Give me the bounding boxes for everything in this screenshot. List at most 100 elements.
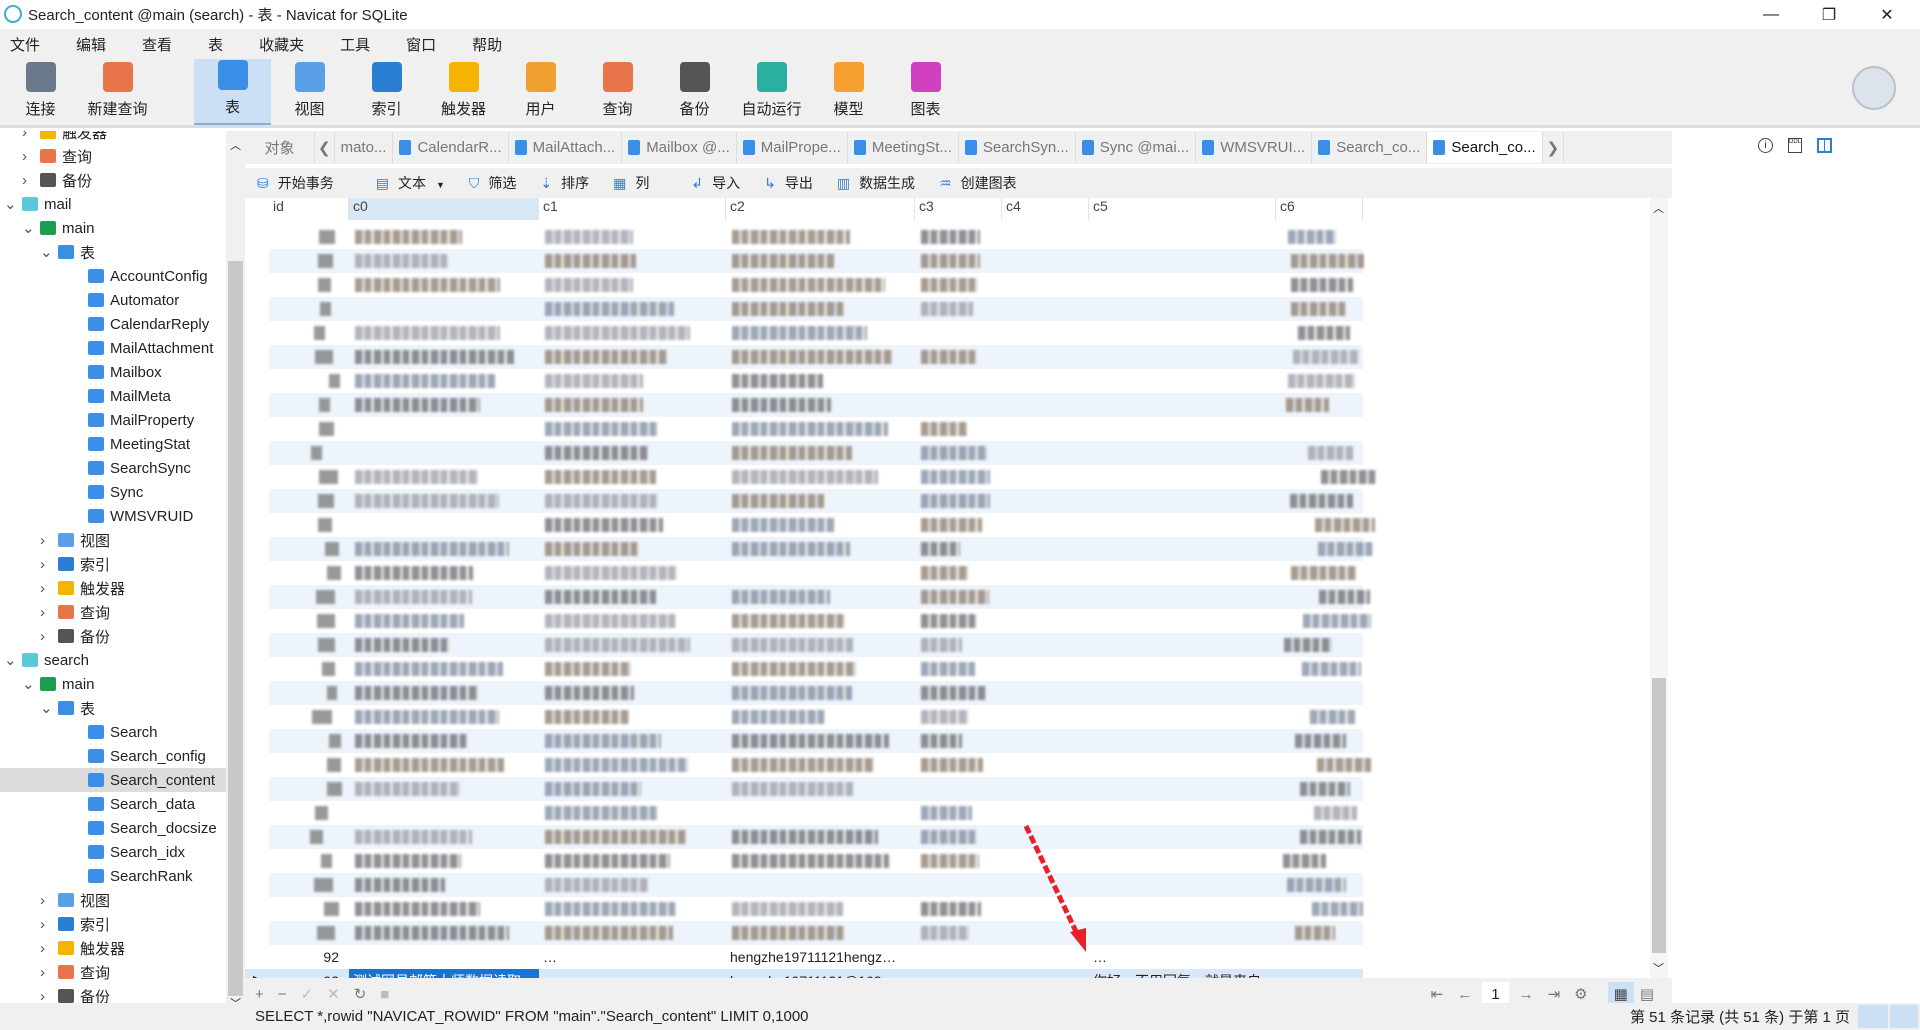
table-row[interactable] bbox=[269, 441, 1363, 465]
menu-item[interactable]: 收藏夹 bbox=[249, 34, 316, 55]
table-row[interactable] bbox=[269, 321, 1363, 345]
prev-page-button[interactable]: ← bbox=[1457, 986, 1472, 1003]
expand-arrow-icon[interactable]: › bbox=[22, 148, 27, 165]
table-row[interactable] bbox=[269, 393, 1363, 417]
cell-c5[interactable]: … bbox=[1089, 945, 1276, 969]
expand-arrow-icon[interactable]: › bbox=[40, 940, 45, 957]
toolbar-button-5[interactable]: 触发器 bbox=[425, 59, 502, 125]
column-header-c5[interactable]: c5 bbox=[1089, 198, 1276, 220]
data-grid[interactable]: id c0 c1 c2 c3 c4 c5 c6 92 … hengzhe19711121hengz…… bbox=[245, 198, 1655, 978]
collapse-arrow-icon[interactable]: ⌄ bbox=[40, 243, 53, 261]
apply-button[interactable]: ✓ bbox=[301, 985, 314, 1003]
tree-item-table[interactable]: MailAttachment bbox=[0, 336, 226, 360]
grid-scrollbar-thumb[interactable] bbox=[1652, 678, 1666, 953]
expand-arrow-icon[interactable]: › bbox=[40, 580, 45, 597]
expand-arrow-icon[interactable]: › bbox=[40, 916, 45, 933]
tree-item-table[interactable]: Mailbox bbox=[0, 360, 226, 384]
user-avatar[interactable] bbox=[1852, 66, 1896, 110]
menu-item[interactable]: 窗口 bbox=[396, 34, 448, 55]
cell-id[interactable]: 92 bbox=[269, 945, 349, 969]
table-row[interactable] bbox=[269, 561, 1363, 585]
column-header-c1[interactable]: c1 bbox=[539, 198, 726, 220]
tree-item-table[interactable]: Search_idx bbox=[0, 840, 226, 864]
cell-c1[interactable] bbox=[539, 969, 726, 978]
column-header-c4[interactable]: c4 bbox=[1002, 198, 1089, 220]
tree-item-table[interactable]: Search_config bbox=[0, 744, 226, 768]
export-button[interactable]: ↳ 导出 bbox=[758, 173, 819, 193]
collapse-arrow-icon[interactable]: ⌄ bbox=[4, 195, 17, 213]
table-row[interactable] bbox=[269, 633, 1363, 657]
tree-item-table[interactable]: CalendarReply bbox=[0, 312, 226, 336]
tab-table[interactable]: SearchSyn... bbox=[959, 132, 1076, 163]
expand-arrow-icon[interactable]: › bbox=[40, 556, 45, 573]
tree-item-table[interactable]: MailMeta bbox=[0, 384, 226, 408]
minimize-button[interactable]: — bbox=[1742, 0, 1800, 29]
menu-item[interactable]: 帮助 bbox=[462, 34, 514, 55]
tree-scrollbar-thumb[interactable] bbox=[228, 261, 243, 996]
cell-c6[interactable] bbox=[1276, 945, 1363, 969]
table-row[interactable] bbox=[269, 225, 1363, 249]
column-header-c6[interactable]: c6 bbox=[1276, 198, 1363, 220]
filter-button[interactable]: ⛉ 筛选 bbox=[463, 173, 523, 193]
tree-item-trigger[interactable]: › 触发器 bbox=[0, 131, 226, 144]
form-mode-button[interactable]: ▤ bbox=[1640, 985, 1654, 1003]
add-record-button[interactable]: + bbox=[255, 986, 264, 1003]
table-row[interactable]: ▶93测试网易邮箱大师数据读取hengzhe19711121@163你好，不用回… bbox=[245, 969, 1363, 978]
table-row[interactable] bbox=[269, 873, 1363, 897]
data-generation-button[interactable]: ▥ 数据生成 bbox=[831, 173, 921, 193]
cell-c3[interactable] bbox=[915, 945, 1002, 969]
columns-button[interactable]: ▦ 列 bbox=[607, 173, 655, 193]
discard-button[interactable]: ✕ bbox=[327, 985, 340, 1003]
tree-item-index[interactable]: › 索引 bbox=[0, 912, 226, 936]
tree-item-trigger[interactable]: › 触发器 bbox=[0, 936, 226, 960]
expand-arrow-icon[interactable]: › bbox=[40, 532, 45, 549]
toolbar-button-6[interactable]: 用户 bbox=[502, 59, 579, 125]
menu-item[interactable]: 文件 bbox=[0, 34, 52, 55]
tree-item-table[interactable]: MeetingStat bbox=[0, 432, 226, 456]
tab-table[interactable]: Search_co... bbox=[1312, 132, 1428, 163]
tree-item-table[interactable]: WMSVRUID bbox=[0, 504, 226, 528]
column-header-c2[interactable]: c2 bbox=[726, 198, 915, 220]
tab-table[interactable]: MailPrope... bbox=[737, 132, 848, 163]
collapse-arrow-icon[interactable]: ⌄ bbox=[4, 651, 17, 669]
tab-table[interactable]: MailAttach... bbox=[509, 132, 623, 163]
grid-scrollbar[interactable]: ︿ ﹀ bbox=[1650, 198, 1668, 978]
tab-table[interactable]: Search_co... bbox=[1427, 132, 1543, 163]
table-row[interactable] bbox=[269, 729, 1363, 753]
tree-item-query[interactable]: › 查询 bbox=[0, 600, 226, 624]
panel-toggle-left[interactable] bbox=[1858, 1005, 1888, 1028]
expand-arrow-icon[interactable]: › bbox=[22, 172, 27, 189]
table-row[interactable] bbox=[269, 585, 1370, 609]
tree-item-table[interactable]: Search bbox=[0, 720, 226, 744]
toolbar-button-10[interactable]: 模型 bbox=[810, 59, 887, 125]
table-row[interactable] bbox=[269, 609, 1371, 633]
tab-scroll-left[interactable]: ❮ bbox=[315, 132, 335, 163]
column-header-id[interactable]: id bbox=[269, 198, 349, 220]
tree-item-table[interactable]: Search_docsize bbox=[0, 816, 226, 840]
menu-item[interactable]: 编辑 bbox=[66, 34, 118, 55]
table-row[interactable] bbox=[269, 537, 1374, 561]
tree-item-table[interactable]: Search_content bbox=[0, 768, 226, 792]
tab-table[interactable]: MeetingSt... bbox=[848, 132, 959, 163]
begin-transaction-button[interactable]: ⛁ 开始事务 bbox=[251, 173, 340, 193]
expand-arrow-icon[interactable]: › bbox=[40, 988, 45, 1005]
tree-item-view[interactable]: › 视图 bbox=[0, 888, 226, 912]
next-page-button[interactable]: → bbox=[1519, 986, 1534, 1003]
expand-arrow-icon[interactable]: › bbox=[40, 628, 45, 645]
expand-arrow-icon[interactable]: › bbox=[40, 892, 45, 909]
table-row[interactable] bbox=[269, 921, 1363, 945]
table-row[interactable] bbox=[269, 897, 1364, 921]
table-row[interactable] bbox=[269, 681, 1363, 705]
tab-table[interactable]: mato... bbox=[335, 132, 394, 163]
tree-item-table[interactable]: SearchRank bbox=[0, 864, 226, 888]
table-row[interactable] bbox=[269, 801, 1363, 825]
delete-record-button[interactable]: − bbox=[278, 986, 287, 1003]
tree-item-table[interactable]: Sync bbox=[0, 480, 226, 504]
menu-item[interactable]: 工具 bbox=[330, 34, 382, 55]
table-row[interactable] bbox=[269, 513, 1376, 537]
table-row[interactable] bbox=[269, 705, 1363, 729]
table-row[interactable] bbox=[269, 249, 1364, 273]
table-row[interactable] bbox=[269, 489, 1363, 513]
info-icon[interactable]: i bbox=[1758, 138, 1773, 153]
tree-item-trigger[interactable]: › 触发器 bbox=[0, 576, 226, 600]
